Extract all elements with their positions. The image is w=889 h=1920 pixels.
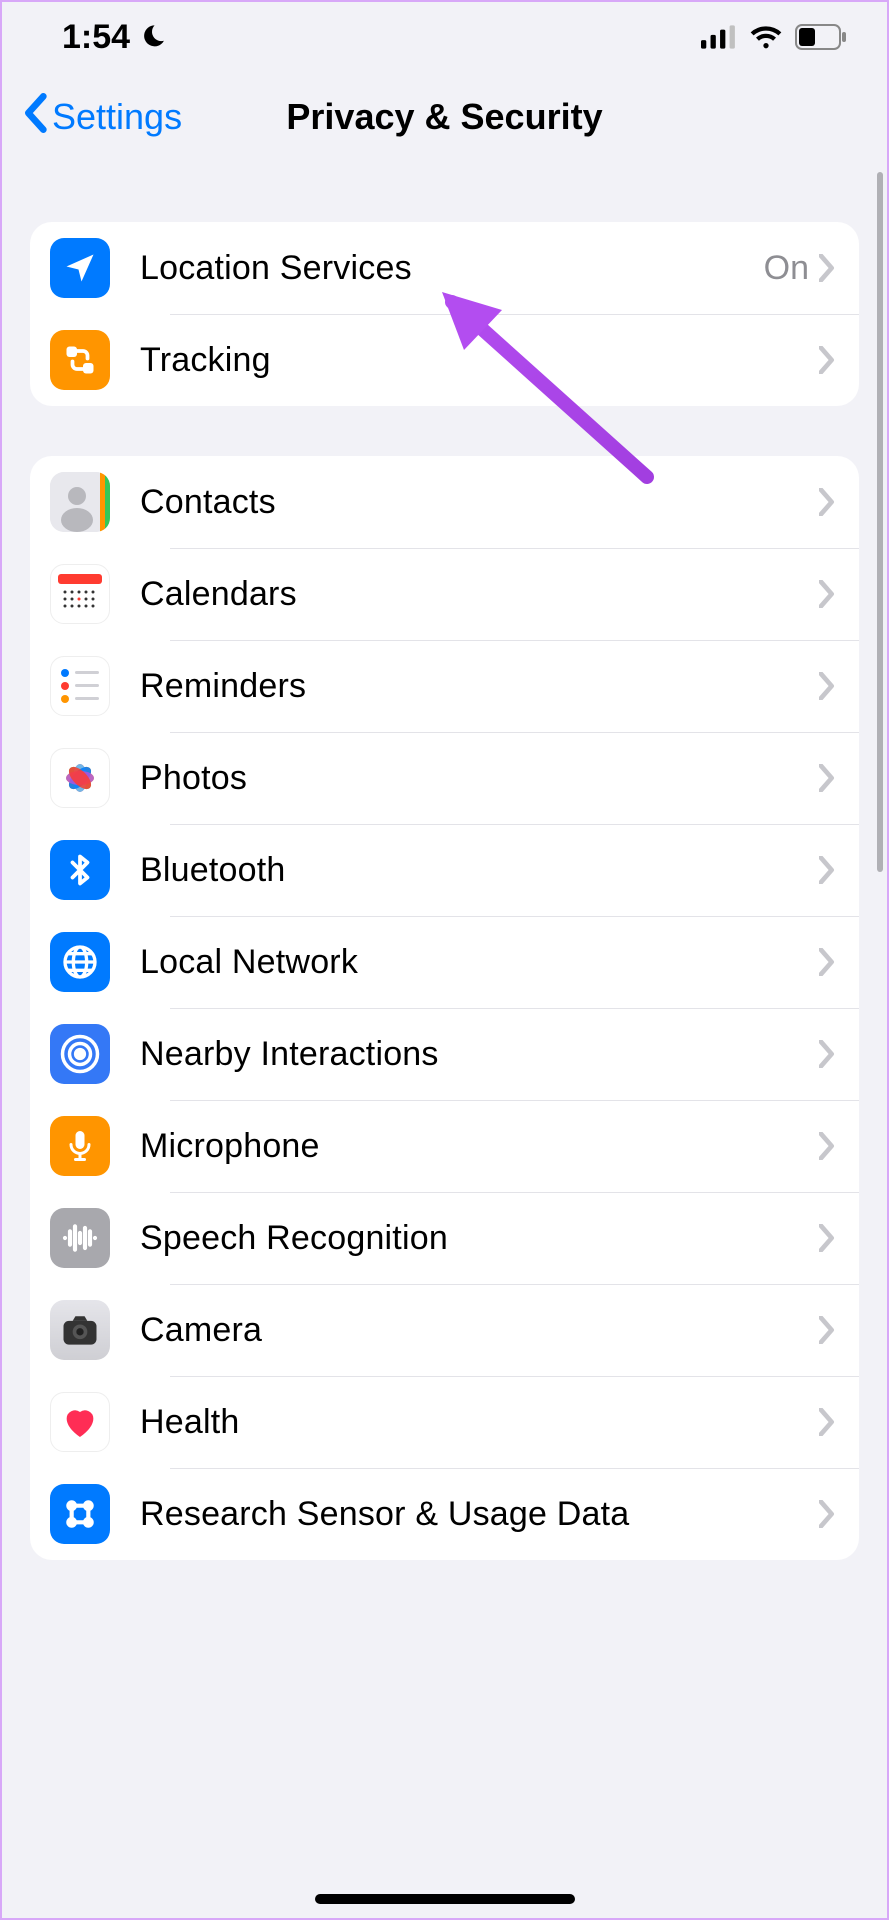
row-label: Reminders (140, 667, 819, 706)
chevron-right-icon (819, 856, 835, 884)
row-local-network[interactable]: Local Network (30, 916, 859, 1008)
chevron-right-icon (819, 1500, 835, 1528)
reminders-icon (50, 656, 110, 716)
row-camera[interactable]: Camera (30, 1284, 859, 1376)
contacts-icon (50, 472, 110, 532)
row-label: Microphone (140, 1127, 819, 1166)
section-location: Location Services On Tracking (30, 222, 859, 406)
row-label: Speech Recognition (140, 1219, 819, 1258)
research-icon (50, 1484, 110, 1544)
row-label: Research Sensor & Usage Data (140, 1495, 819, 1534)
row-microphone[interactable]: Microphone (30, 1100, 859, 1192)
wifi-icon (749, 25, 783, 49)
back-label: Settings (52, 96, 182, 138)
row-label: Tracking (140, 341, 819, 380)
status-bar: 1:54 (2, 2, 887, 72)
row-label: Nearby Interactions (140, 1035, 819, 1074)
scrollbar[interactable] (877, 172, 883, 872)
chevron-right-icon (819, 254, 835, 282)
speech-icon (50, 1208, 110, 1268)
location-icon (50, 238, 110, 298)
row-research-sensor[interactable]: Research Sensor & Usage Data (30, 1468, 859, 1560)
row-calendars[interactable]: Calendars (30, 548, 859, 640)
row-contacts[interactable]: Contacts (30, 456, 859, 548)
row-speech-recognition[interactable]: Speech Recognition (30, 1192, 859, 1284)
chevron-right-icon (819, 672, 835, 700)
chevron-left-icon (22, 93, 48, 141)
row-label: Health (140, 1403, 819, 1442)
row-tracking[interactable]: Tracking (30, 314, 859, 406)
row-value: On (764, 249, 809, 288)
row-label: Camera (140, 1311, 819, 1350)
chevron-right-icon (819, 1224, 835, 1252)
row-location-services[interactable]: Location Services On (30, 222, 859, 314)
microphone-icon (50, 1116, 110, 1176)
row-health[interactable]: Health (30, 1376, 859, 1468)
row-photos[interactable]: Photos (30, 732, 859, 824)
row-label: Bluetooth (140, 851, 819, 890)
back-button[interactable]: Settings (22, 93, 182, 141)
chevron-right-icon (819, 948, 835, 976)
health-icon (50, 1392, 110, 1452)
chevron-right-icon (819, 1132, 835, 1160)
cellular-signal-icon (701, 25, 737, 49)
nav-header: Settings Privacy & Security (2, 72, 887, 162)
chevron-right-icon (819, 1408, 835, 1436)
chevron-right-icon (819, 1040, 835, 1068)
row-reminders[interactable]: Reminders (30, 640, 859, 732)
chevron-right-icon (819, 346, 835, 374)
home-indicator[interactable] (315, 1894, 575, 1904)
chevron-right-icon (819, 488, 835, 516)
row-label: Local Network (140, 943, 819, 982)
photos-icon (50, 748, 110, 808)
row-nearby-interactions[interactable]: Nearby Interactions (30, 1008, 859, 1100)
battery-icon (795, 24, 847, 50)
row-label: Location Services (140, 249, 764, 288)
tracking-icon (50, 330, 110, 390)
chevron-right-icon (819, 1316, 835, 1344)
globe-icon (50, 932, 110, 992)
chevron-right-icon (819, 580, 835, 608)
chevron-right-icon (819, 764, 835, 792)
row-label: Calendars (140, 575, 819, 614)
section-apps: Contacts Calendars Reminders Photos (30, 456, 859, 1560)
calendar-icon (50, 564, 110, 624)
bluetooth-icon (50, 840, 110, 900)
row-label: Contacts (140, 483, 819, 522)
moon-icon (140, 23, 168, 51)
row-bluetooth[interactable]: Bluetooth (30, 824, 859, 916)
nearby-icon (50, 1024, 110, 1084)
camera-icon (50, 1300, 110, 1360)
row-label: Photos (140, 759, 819, 798)
status-time: 1:54 (62, 18, 130, 57)
